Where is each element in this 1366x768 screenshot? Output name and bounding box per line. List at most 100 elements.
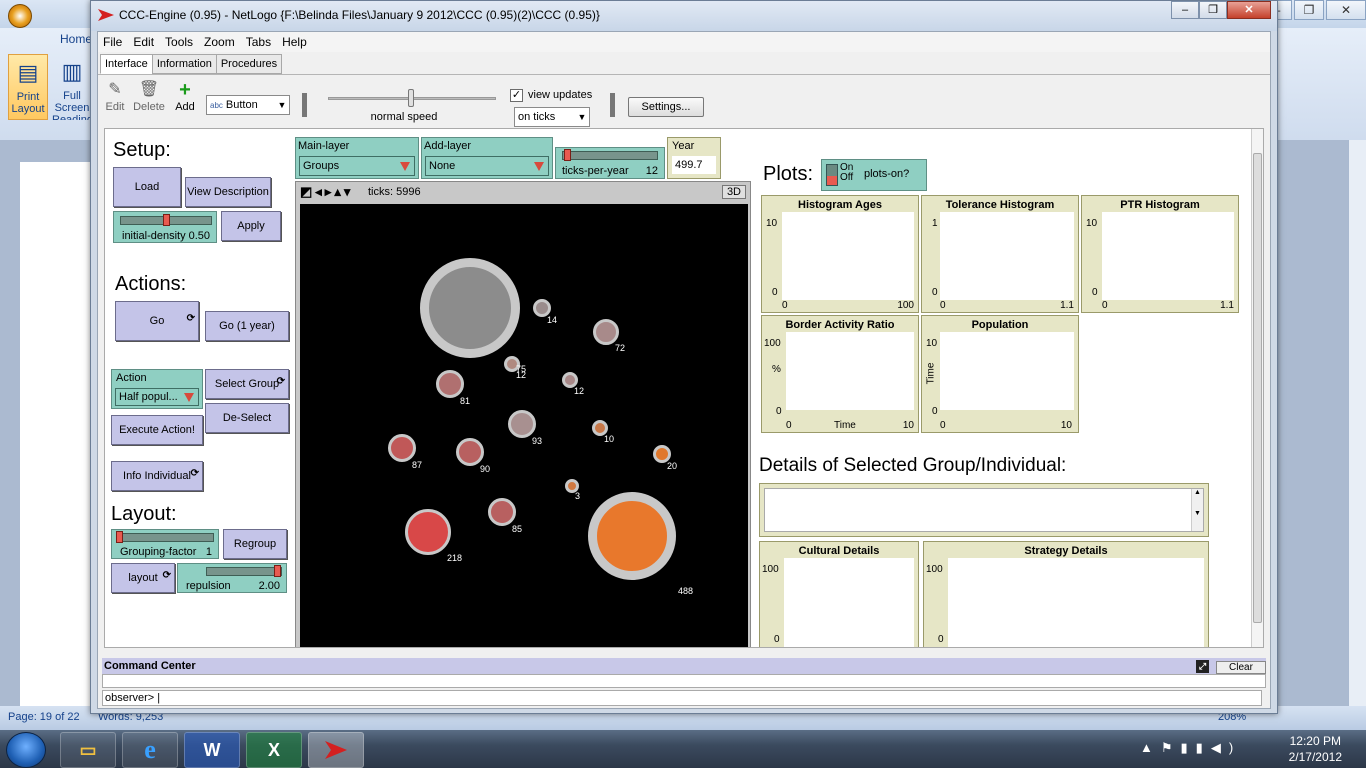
minimize-button[interactable]: – bbox=[1171, 1, 1199, 19]
apply-button[interactable]: Apply bbox=[221, 211, 281, 241]
layout-button[interactable]: layout ⟳ bbox=[111, 563, 175, 593]
clock-date: 2/17/2012 bbox=[1288, 750, 1342, 764]
de-select-button[interactable]: De-Select bbox=[205, 403, 289, 433]
menu-tabs[interactable]: Tabs bbox=[245, 35, 272, 49]
slider-track bbox=[206, 567, 282, 576]
go-1-year-button[interactable]: Go (1 year) bbox=[205, 311, 289, 341]
ticks-counter: ticks: 5996 bbox=[368, 186, 421, 198]
tab-interface[interactable]: Interface bbox=[100, 54, 153, 74]
load-button[interactable]: Load bbox=[113, 167, 181, 207]
agent-label: 90 bbox=[480, 464, 491, 474]
agent-group[interactable] bbox=[456, 438, 484, 466]
tab-procedures[interactable]: Procedures bbox=[215, 54, 283, 74]
agent-group[interactable] bbox=[588, 492, 676, 580]
update-mode-select[interactable]: on ticks ▼ bbox=[514, 107, 590, 127]
word-tab-home[interactable]: Home bbox=[60, 32, 92, 46]
regroup-button[interactable]: Regroup bbox=[223, 529, 287, 559]
setup-header: Setup: bbox=[113, 139, 171, 161]
explorer-icon[interactable]: ▭ bbox=[60, 732, 116, 768]
agent-label: 87 bbox=[412, 460, 423, 470]
ticks-per-year-slider[interactable]: ticks-per-year 12 bbox=[555, 147, 665, 179]
main-layer-chooser[interactable]: Main-layer Groups bbox=[295, 137, 419, 179]
close-button[interactable]: ✕ bbox=[1227, 1, 1271, 19]
agent-group[interactable] bbox=[508, 410, 536, 438]
clear-button[interactable]: Clear bbox=[1216, 661, 1266, 674]
netlogo-taskbar-icon[interactable] bbox=[308, 732, 364, 768]
execute-action-button[interactable]: Execute Action! bbox=[111, 415, 203, 445]
word-scrollbar[interactable] bbox=[1348, 140, 1366, 706]
agent-group[interactable] bbox=[405, 509, 451, 555]
initial-density-slider[interactable]: initial-density 0.50 bbox=[113, 211, 217, 243]
expand-icon[interactable]: ⤢ bbox=[1196, 660, 1209, 673]
agent-group[interactable] bbox=[593, 319, 619, 345]
full-screen-reading-button[interactable]: ▥ Full Screen Reading bbox=[52, 54, 92, 120]
start-button[interactable] bbox=[6, 732, 46, 768]
add-layer-chooser[interactable]: Add-layer None bbox=[421, 137, 553, 179]
layout-header: Layout: bbox=[111, 503, 177, 525]
menu-file[interactable]: File bbox=[102, 35, 123, 49]
3d-button[interactable]: 3D bbox=[721, 185, 746, 199]
repulsion-slider[interactable]: repulsion 2.00 bbox=[177, 563, 287, 593]
world-canvas[interactable]: 14 72 12 75 12 81 93 10 87 90 20 3 85 218 488 bbox=[300, 204, 748, 647]
view-updates-checkbox[interactable]: ✓ bbox=[510, 89, 523, 102]
menu-tools[interactable]: Tools bbox=[164, 35, 194, 49]
tab-information[interactable]: Information bbox=[151, 54, 217, 74]
slider-thumb[interactable] bbox=[274, 565, 281, 577]
info-individual-button[interactable]: Info Individual ⟳ bbox=[111, 461, 203, 491]
clock[interactable]: 12:20 PM 2/17/2012 bbox=[1289, 733, 1342, 765]
grouping-factor-slider[interactable]: Grouping-factor 1 bbox=[111, 529, 219, 559]
go-button[interactable]: Go ⟳ bbox=[115, 301, 199, 341]
select-group-button[interactable]: Select Group ⟳ bbox=[205, 369, 289, 399]
plus-icon: + bbox=[179, 79, 191, 101]
plot-ymax: 100 bbox=[764, 338, 781, 349]
plot-xlabel: Time bbox=[834, 420, 856, 431]
plot-title: Border Activity Ratio bbox=[785, 319, 895, 331]
details-scrollbar[interactable]: ▲ ▼ bbox=[1191, 489, 1203, 531]
word-taskbar-icon[interactable]: W bbox=[184, 732, 240, 768]
chooser-value[interactable]: None bbox=[425, 156, 549, 176]
speed-slider-thumb[interactable] bbox=[408, 89, 414, 107]
command-input[interactable]: observer> | bbox=[102, 690, 1262, 706]
chooser-value[interactable]: Groups bbox=[299, 156, 415, 176]
menu-zoom[interactable]: Zoom bbox=[203, 35, 236, 49]
view-adjust-icon[interactable]: ◩◂▸▴▾ bbox=[300, 184, 353, 200]
office-button-icon[interactable] bbox=[8, 4, 32, 28]
excel-taskbar-icon[interactable]: X bbox=[246, 732, 302, 768]
chevron-down-icon: ▼ bbox=[577, 112, 587, 122]
restore-button[interactable]: ❐ bbox=[1199, 1, 1227, 19]
slider-thumb[interactable] bbox=[163, 214, 170, 226]
chooser-value[interactable]: Half popul... bbox=[115, 388, 199, 406]
delete-button[interactable]: 🗑 Delete bbox=[132, 79, 166, 113]
word-close-button[interactable]: ✕ bbox=[1326, 0, 1366, 20]
scrollbar-thumb[interactable] bbox=[1253, 153, 1262, 623]
details-output-area[interactable]: ▲ ▼ bbox=[764, 488, 1204, 532]
plot-area bbox=[948, 558, 1204, 647]
button-widget-icon: abc bbox=[210, 100, 223, 110]
agent-group[interactable] bbox=[420, 258, 520, 358]
plots-on-switch[interactable]: On Off plots-on? bbox=[821, 159, 927, 191]
edit-label: Edit bbox=[105, 101, 125, 113]
interface-scrollbar[interactable] bbox=[1251, 129, 1263, 647]
agent-group[interactable] bbox=[488, 498, 516, 526]
agent-group[interactable] bbox=[388, 434, 416, 462]
agent-label: 14 bbox=[547, 315, 558, 325]
widget-type-select[interactable]: abc Button ▼ bbox=[206, 95, 290, 115]
view-description-button[interactable]: View Description bbox=[185, 177, 271, 207]
slider-thumb[interactable] bbox=[564, 149, 571, 161]
command-center: Command Center Clear ⤢ observer> | bbox=[98, 656, 1270, 708]
plot-xmin: 0 bbox=[940, 420, 946, 431]
plot-ymin: 0 bbox=[1092, 287, 1098, 298]
edit-button[interactable]: ✎ Edit bbox=[98, 79, 132, 113]
page-count[interactable]: Page: 19 of 22 bbox=[8, 711, 80, 723]
internet-explorer-icon[interactable]: e bbox=[122, 732, 178, 768]
settings-button[interactable]: Settings... bbox=[628, 97, 704, 117]
action-chooser[interactable]: Action Half popul... bbox=[111, 369, 203, 409]
view-controls: ◩◂▸▴▾ ticks: 5996 3D bbox=[296, 182, 750, 202]
add-button[interactable]: + Add bbox=[168, 79, 202, 113]
word-restore-button[interactable]: ❐ bbox=[1294, 0, 1324, 20]
print-layout-button[interactable]: ▤ Print Layout bbox=[8, 54, 48, 120]
slider-thumb[interactable] bbox=[116, 531, 123, 543]
menu-edit[interactable]: Edit bbox=[132, 35, 155, 49]
menu-help[interactable]: Help bbox=[281, 35, 308, 49]
agent-group[interactable] bbox=[436, 370, 464, 398]
